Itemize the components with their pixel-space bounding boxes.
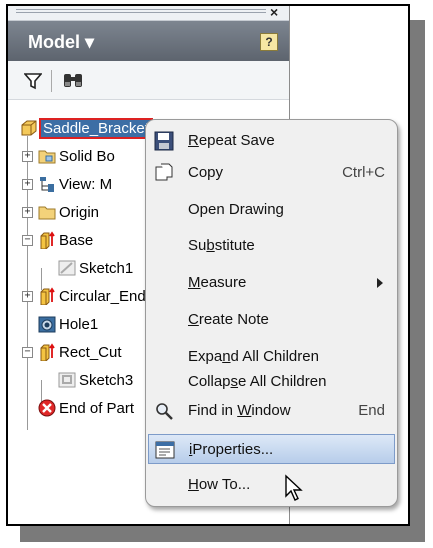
expand-toggle[interactable]: +: [22, 151, 33, 162]
menu-item-label: Properties...: [192, 441, 274, 458]
part-icon: [20, 119, 38, 137]
toolbar-divider: [51, 70, 52, 92]
tree-node-root[interactable]: Saddle_Bracket: [20, 117, 153, 139]
view-rep-icon: [38, 175, 56, 193]
drag-grip[interactable]: [16, 9, 266, 13]
tree-node-base[interactable]: − Base: [22, 229, 93, 251]
menu-item-label: stitute: [214, 237, 255, 254]
iproperties-icon: [155, 440, 175, 460]
menu-item-accelerator: W: [237, 402, 252, 419]
tree-node-label: Sketch1: [79, 259, 134, 277]
menu-item-open-drawing[interactable]: Open Drawing: [146, 195, 397, 225]
menu-item-label: e All Children: [238, 373, 327, 390]
menu-item-accelerator: M: [188, 274, 201, 291]
tree-node-label: Sketch3: [79, 371, 134, 389]
menu-item-repeat-save[interactable]: Repeat Save: [146, 126, 397, 156]
menu-item-create-note[interactable]: Create Note: [146, 305, 397, 335]
menu-item-label: indow: [251, 402, 291, 419]
chevron-down-icon: ▾: [85, 32, 95, 52]
menu-item-label: Find in: [188, 402, 238, 419]
menu-item-iproperties[interactable]: iProperties...: [148, 434, 395, 464]
menu-item-label: Collap: [188, 373, 231, 390]
tree-node-label: Hole1: [59, 315, 99, 333]
menu-item-accelerator: s: [230, 373, 239, 390]
menu-item-accelerator: n: [222, 348, 231, 365]
find-binoculars-icon[interactable]: [62, 71, 84, 94]
tree-node-label: Circular_End: [59, 287, 146, 305]
tree-node-circular-end[interactable]: + Circular_End: [22, 285, 146, 307]
tree-node-sketch1[interactable]: Sketch1: [48, 257, 133, 279]
menu-item-collapse-all[interactable]: Collapse All Children: [146, 367, 397, 397]
menu-item-measure[interactable]: Measure: [146, 268, 397, 298]
extrusion-feature-icon: [38, 287, 56, 306]
extrusion-feature-icon: [38, 343, 56, 362]
menu-item-label: Su: [188, 237, 207, 254]
tree-node-end-of-part[interactable]: End of Part: [38, 397, 134, 419]
expand-toggle[interactable]: +: [22, 179, 33, 190]
menu-item-label: Open Drawing: [188, 201, 284, 218]
expand-toggle[interactable]: +: [22, 207, 33, 218]
menu-item-shortcut: End: [358, 402, 385, 419]
hole-feature-icon: [38, 315, 56, 333]
collapse-toggle[interactable]: −: [22, 347, 33, 358]
close-icon[interactable]: ×: [270, 4, 278, 20]
menu-item-shortcut: Ctrl+C: [342, 164, 385, 181]
menu-item-label: epeat Save: [198, 132, 275, 149]
tree-node-origin[interactable]: + Origin: [22, 201, 99, 223]
tree-node-root-label: Saddle_Bracket: [39, 117, 153, 139]
context-menu: Repeat Save Copy Ctrl+C Open Drawing Sub…: [145, 119, 398, 507]
tree-node-label: Base: [59, 231, 94, 249]
menu-item-accelerator: R: [188, 132, 199, 149]
tree-node-label: Rect_Cut: [59, 343, 122, 361]
menu-item-accelerator: b: [206, 237, 215, 254]
menu-item-how-to[interactable]: How To...: [146, 470, 397, 500]
menu-item-substitute[interactable]: Substitute: [146, 231, 397, 261]
tree-node-view[interactable]: + View: M: [22, 173, 112, 195]
panel-toolbar: [8, 61, 289, 100]
model-title-label: Model: [28, 32, 80, 52]
tree-node-sketch3[interactable]: Sketch3: [48, 369, 133, 391]
model-dropdown[interactable]: Model ▾: [28, 32, 94, 53]
menu-item-label: d All Children: [230, 348, 319, 365]
menu-item-label: ow To...: [198, 476, 251, 493]
menu-item-label: easure: [200, 274, 247, 291]
tree-node-rect-cut[interactable]: − Rect_Cut: [22, 341, 122, 363]
menu-item-label: Expa: [188, 348, 223, 365]
menu-item-accelerator: C: [188, 311, 199, 328]
menu-item-label: Copy: [188, 164, 224, 181]
tree-node-label: Solid Bo: [59, 147, 115, 165]
menu-item-copy[interactable]: Copy Ctrl+C: [146, 158, 397, 188]
expand-toggle[interactable]: +: [22, 291, 33, 302]
tree-node-label: View: M: [59, 175, 113, 193]
tree-node-hole1[interactable]: Hole1: [38, 313, 98, 335]
collapse-toggle[interactable]: −: [22, 235, 33, 246]
help-icon[interactable]: ?: [260, 33, 278, 51]
sketch-icon: [58, 259, 76, 277]
submenu-arrow-icon: [377, 278, 383, 288]
tree-node-solid-bodies[interactable]: + Solid Bo: [22, 145, 115, 167]
panel-titlebar[interactable]: ×: [8, 4, 289, 21]
mouse-pointer-icon: [284, 474, 306, 507]
tree-node-label: Origin: [59, 203, 100, 221]
end-of-part-icon: [38, 399, 56, 417]
save-icon: [154, 131, 174, 151]
folder-icon: [38, 203, 56, 221]
extrusion-feature-icon: [38, 231, 56, 250]
filter-icon[interactable]: [23, 72, 43, 95]
menu-item-find-in-window[interactable]: Find in Window End: [146, 396, 397, 426]
menu-item-accelerator: H: [188, 476, 199, 493]
copy-icon: [154, 163, 174, 183]
panel-header: Model ▾ ?: [8, 21, 289, 61]
sketch-icon: [58, 371, 76, 389]
tree-node-label: End of Part: [59, 399, 135, 417]
solid-bodies-folder-icon: [38, 147, 56, 165]
find-magnifier-icon: [154, 401, 174, 421]
menu-item-label: reate Note: [198, 311, 269, 328]
